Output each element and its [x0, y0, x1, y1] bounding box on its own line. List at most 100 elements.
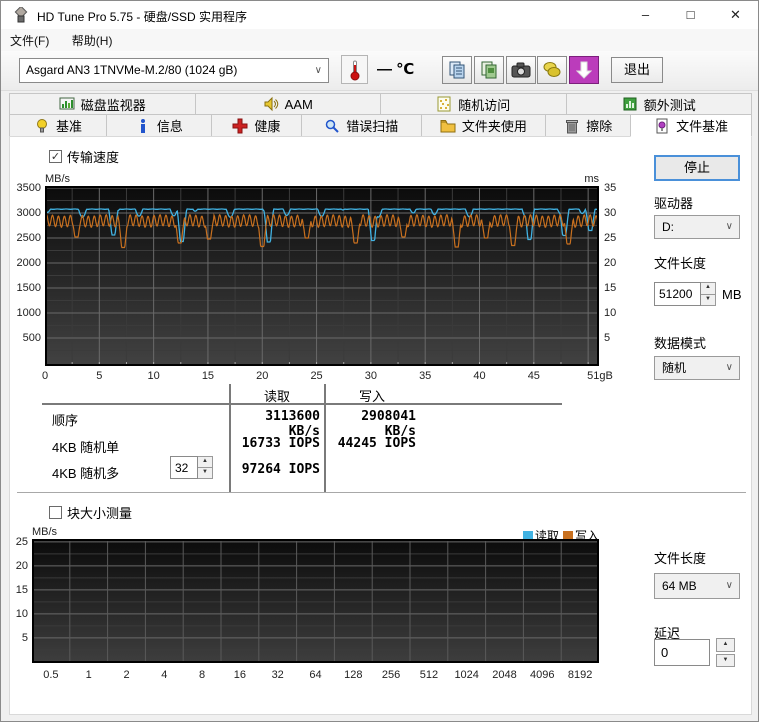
- queue-depth-input[interactable]: [170, 456, 198, 479]
- axis-tick-label: 35: [604, 182, 617, 194]
- close-button[interactable]: ✕: [713, 1, 758, 29]
- row-sequential-label: 顺序: [52, 413, 79, 428]
- drive-select-value: Asgard AN3 1TNVMe-M.2/80 (1024 gB): [26, 63, 238, 77]
- read-column-header: 读取: [263, 389, 290, 404]
- tab-label: 文件基准: [676, 119, 729, 134]
- copy-image-icon: [481, 61, 497, 79]
- queue-depth-arrows[interactable]: ▲ ▼: [198, 456, 213, 479]
- temperature-indicator: [341, 55, 368, 84]
- spin-down-icon[interactable]: ▼: [198, 468, 213, 479]
- copy-image-button[interactable]: [474, 56, 504, 84]
- file-benchmark-panel: ✓ 传输速度 MB/s ms 3500 3000 2500 2000 1500 1000 500…: [9, 136, 752, 715]
- tab-label: AAM: [284, 96, 313, 112]
- tab-erase[interactable]: 擦除: [545, 114, 632, 137]
- axis-tick-label: 25: [604, 232, 617, 244]
- delay-arrows[interactable]: ▲ ▼: [716, 638, 735, 667]
- checkbox-unchecked-icon: [49, 506, 62, 519]
- axis-tick-label: 15: [201, 370, 215, 382]
- 4kb-single-read-value: 16733 IOPS: [241, 436, 320, 451]
- delay-input[interactable]: [654, 639, 710, 666]
- menubar: 文件(F) 帮助(H): [1, 29, 758, 51]
- tab-health[interactable]: 健康: [210, 114, 302, 137]
- toolbar: Asgard AN3 1TNVMe-M.2/80 (1024 gB) ∨ — ℃: [1, 51, 758, 91]
- file-length-arrows[interactable]: ▲ ▼: [701, 282, 716, 306]
- axis-tick-label: 1000: [16, 307, 41, 319]
- tab-disk-monitor[interactable]: 磁盘监视器: [9, 93, 196, 115]
- file-length-spinner[interactable]: ▲ ▼: [654, 282, 716, 306]
- data-mode-label: 数据模式: [654, 336, 707, 351]
- block-file-length-dropdown[interactable]: 64 MB ∨: [654, 573, 740, 599]
- file-length-input[interactable]: [654, 282, 701, 306]
- block-size-checkbox[interactable]: 块大小测量: [49, 503, 132, 522]
- chevron-down-icon: ∨: [725, 580, 733, 591]
- axis-tick-label: 4: [161, 669, 168, 681]
- spin-up-icon[interactable]: ▲: [701, 282, 716, 295]
- axis-tick-label: 500: [22, 332, 41, 344]
- save-button[interactable]: [537, 56, 567, 84]
- data-mode-dropdown[interactable]: 随机 ∨: [654, 356, 740, 380]
- row-4kb-multi-label: 4KB 随机多: [52, 466, 120, 481]
- axis-tick-label: 10: [604, 307, 617, 319]
- chevron-down-icon: ∨: [314, 65, 322, 76]
- axis-tick-label: 1024: [454, 669, 479, 681]
- queue-depth-spinner[interactable]: ▲ ▼: [170, 456, 213, 479]
- tab-aam[interactable]: AAM: [194, 93, 381, 115]
- 4kb-single-write-value: 44245 IOPS: [337, 436, 416, 451]
- axis-tick-label: 2000: [16, 257, 41, 269]
- axis-tick-label: 2500: [16, 232, 41, 244]
- window-title: HD Tune Pro 5.75 - 硬盘/SSD 实用程序: [37, 10, 248, 24]
- axis-tick-label: 20: [604, 257, 617, 269]
- tab-label: 擦除: [586, 119, 613, 134]
- spin-down-icon[interactable]: ▼: [716, 653, 735, 667]
- tab-file-benchmark[interactable]: 文件基准: [630, 114, 752, 137]
- write-column-header: 写入: [358, 389, 385, 404]
- tab-row-top: 磁盘监视器 AAM 随机访问 额外测试: [9, 93, 752, 115]
- axis-tick-label: 15: [604, 282, 617, 294]
- axis-tick-label: 0.5: [43, 669, 59, 681]
- axis-tick-label: 25: [15, 535, 28, 548]
- axis-tick-label: 8: [199, 669, 206, 681]
- tab-benchmark[interactable]: 基准: [9, 114, 107, 137]
- minimize-button[interactable]: –: [623, 1, 668, 29]
- copy-text-button[interactable]: [442, 56, 472, 84]
- tab-random-access[interactable]: 随机访问: [380, 93, 567, 115]
- tab-error-scan[interactable]: 错误扫描: [300, 114, 422, 137]
- axis-tick-label: 15: [15, 583, 28, 596]
- tab-extra-tests[interactable]: 额外测试: [565, 93, 752, 115]
- maximize-button[interactable]: □: [668, 1, 713, 29]
- checkbox-checked-icon: ✓: [49, 150, 62, 163]
- axis-tick-label: 10: [147, 370, 160, 382]
- speaker-icon: [264, 96, 278, 112]
- axis-tick-label: 2048: [492, 669, 517, 681]
- folder-icon: [440, 119, 456, 132]
- axis-tick-label: 2: [123, 669, 130, 681]
- tab-folder-usage[interactable]: 文件夹使用: [420, 114, 547, 137]
- spin-down-icon[interactable]: ▼: [701, 294, 716, 306]
- download-button[interactable]: [569, 56, 599, 84]
- spin-up-icon[interactable]: ▲: [716, 638, 735, 652]
- temperature-unit: ℃: [396, 61, 415, 78]
- drive-dropdown[interactable]: D: ∨: [654, 215, 740, 239]
- axis-tick-label: 0: [41, 370, 49, 382]
- download-arrow-icon: [576, 61, 592, 79]
- tab-info[interactable]: 信息: [105, 114, 212, 137]
- axis-tick-label: 35: [419, 370, 432, 382]
- tab-label: 错误扫描: [346, 119, 399, 134]
- axis-tick-label: ms: [584, 173, 599, 185]
- tab-row-bottom: 基准 信息 健康 错误扫描 文件夹使用 擦除 文件基准: [9, 114, 752, 137]
- exit-button[interactable]: 退出: [611, 57, 663, 83]
- hd-tune-window: HD Tune Pro 5.75 - 硬盘/SSD 实用程序 – □ ✕ 文件(…: [0, 0, 759, 722]
- menu-help[interactable]: 帮助(H): [63, 29, 122, 52]
- camera-icon: [511, 62, 531, 78]
- file-benchmark-icon: [656, 118, 668, 133]
- chevron-down-icon: ∨: [725, 221, 733, 232]
- stop-button[interactable]: 停止: [654, 155, 740, 181]
- drive-select-dropdown[interactable]: Asgard AN3 1TNVMe-M.2/80 (1024 gB) ∨: [19, 58, 329, 83]
- screenshot-button[interactable]: [506, 56, 536, 84]
- axis-tick-label: 40: [473, 370, 486, 382]
- sequential-read-value: 3113600 KB/s: [265, 409, 320, 439]
- menu-file[interactable]: 文件(F): [1, 29, 58, 52]
- transfer-speed-checkbox[interactable]: ✓ 传输速度: [49, 147, 119, 166]
- axis-tick-label: 3500: [16, 182, 41, 194]
- spin-up-icon[interactable]: ▲: [198, 456, 213, 468]
